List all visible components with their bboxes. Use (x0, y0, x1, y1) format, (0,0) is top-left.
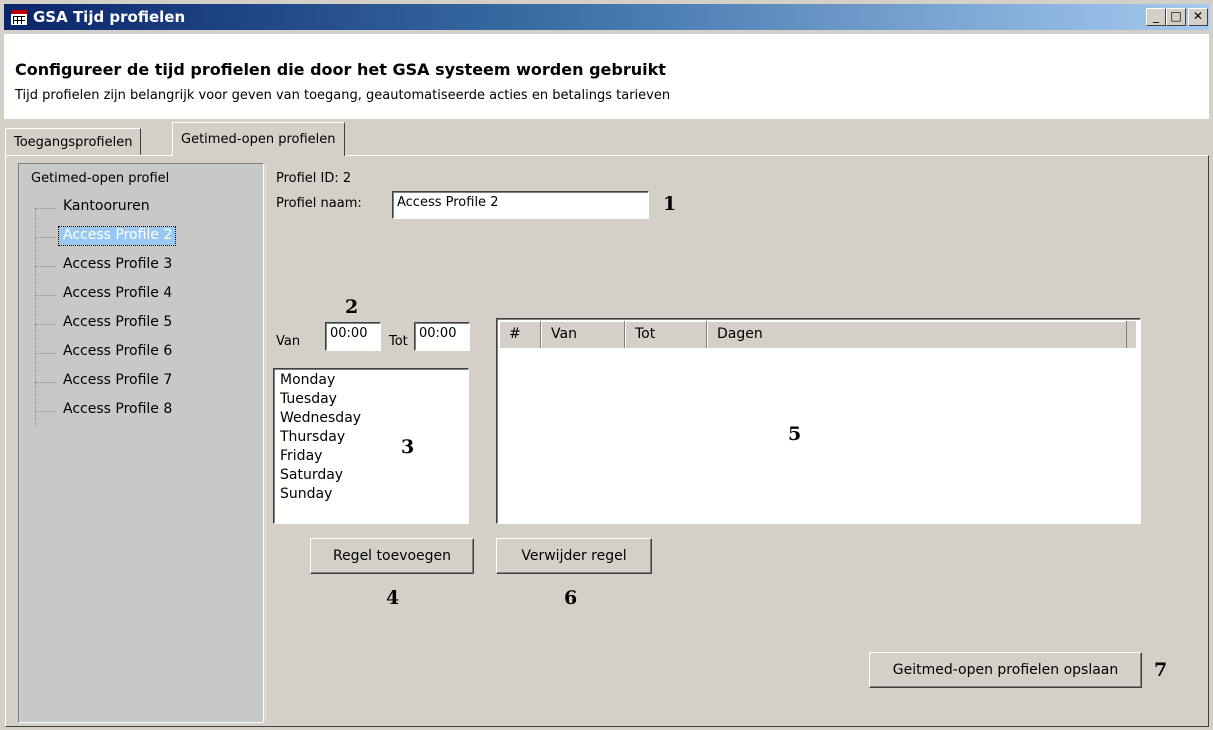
remove-rule-button[interactable]: Verwijder regel (496, 538, 652, 574)
day-item[interactable]: Friday (280, 447, 468, 466)
day-item[interactable]: Monday (280, 371, 468, 390)
tree-item-label: Access Profile 2 (57, 226, 177, 246)
tree-divider (265, 164, 266, 722)
tab-getimed-open-profielen[interactable]: Getimed-open profielen (172, 122, 345, 156)
minimize-button[interactable]: _ (1146, 8, 1166, 26)
page-subtitle: Tijd profielen zijn belangrijk voor geve… (15, 88, 671, 103)
annotation-2: 2 (345, 296, 359, 318)
days-listbox[interactable]: Monday Tuesday Wednesday Thursday Friday… (273, 368, 469, 524)
grid-column-dagen[interactable]: Dagen (707, 321, 1127, 348)
annotation-4: 4 (386, 587, 400, 609)
day-item[interactable]: Tuesday (280, 390, 468, 409)
add-rule-button[interactable]: Regel toevoegen (310, 538, 474, 574)
grid-column-van[interactable]: Van (541, 321, 625, 348)
annotation-7: 7 (1154, 659, 1168, 681)
profile-name-label: Profiel naam: (276, 196, 362, 211)
tree-item-label: Access Profile 4 (63, 285, 173, 301)
day-item[interactable]: Saturday (280, 466, 468, 485)
annotation-6: 6 (564, 587, 578, 609)
profile-name-input[interactable]: Access Profile 2 (392, 191, 649, 219)
from-time-input[interactable]: 00:00 (325, 322, 381, 351)
tab-toegangsprofielen[interactable]: Toegangsprofielen (5, 128, 142, 155)
grid-column-number[interactable]: # (499, 321, 541, 348)
grid-header: # Van Tot Dagen (499, 321, 1136, 348)
rules-grid[interactable]: # Van Tot Dagen (496, 318, 1141, 524)
annotation-1: 1 (663, 193, 677, 215)
tree-item-label: Kantooruren (63, 198, 150, 214)
grid-column-tot[interactable]: Tot (625, 321, 707, 348)
window-title: GSA Tijd profielen (33, 8, 186, 26)
profile-tree[interactable]: Getimed-open profiel Kantooruren Access … (18, 163, 266, 723)
from-label: Van (276, 334, 301, 349)
tree-item-label: Access Profile 7 (63, 372, 173, 388)
annotation-5: 5 (788, 423, 802, 445)
tree-item-label: Access Profile 5 (63, 314, 173, 330)
close-button[interactable]: ✕ (1188, 8, 1208, 26)
tree-connector (35, 208, 36, 426)
tree-item-label: Access Profile 8 (63, 401, 173, 417)
annotation-3: 3 (401, 436, 415, 458)
day-item[interactable]: Wednesday (280, 409, 468, 428)
maximize-button[interactable]: □ (1166, 8, 1186, 26)
to-time-input[interactable]: 00:00 (414, 322, 470, 351)
save-profiles-button[interactable]: Geitmed-open profielen opslaan (869, 652, 1142, 688)
tree-item-label: Access Profile 3 (63, 256, 173, 272)
tree-header: Getimed-open profiel (31, 171, 170, 186)
calendar-app-icon (10, 9, 28, 26)
day-item[interactable]: Sunday (280, 485, 468, 504)
profile-id-label: Profiel ID: 2 (276, 171, 352, 186)
to-label: Tot (389, 334, 408, 349)
tree-item-label: Access Profile 6 (63, 343, 173, 359)
page-title: Configureer de tijd profielen die door h… (15, 60, 666, 79)
day-item[interactable]: Thursday (280, 428, 468, 447)
